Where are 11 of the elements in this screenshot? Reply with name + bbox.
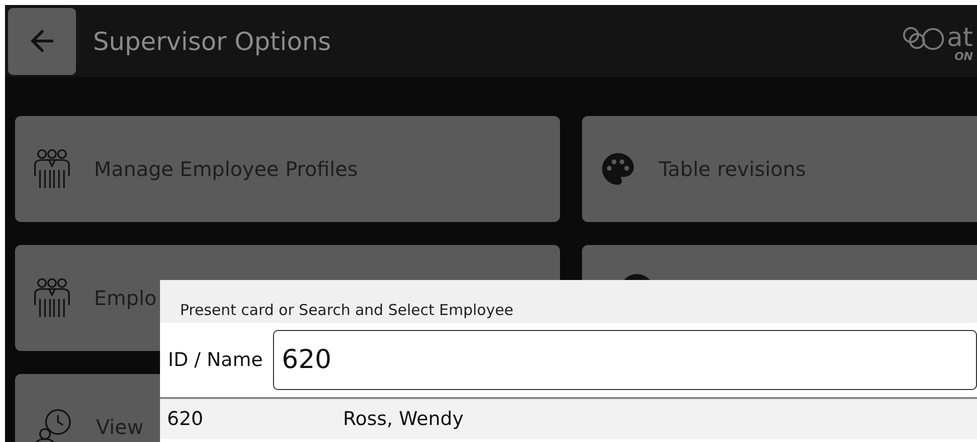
- logo-subtext: ON: [954, 51, 973, 62]
- field-label: ID / Name: [168, 349, 263, 371]
- card-label: Manage Employee Profiles: [94, 157, 358, 181]
- logo-text: at: [946, 25, 973, 51]
- card-label: Emplo: [94, 286, 157, 310]
- card-label: View: [96, 415, 144, 439]
- card-label: Table revisions: [659, 157, 806, 181]
- page-title: Supervisor Options: [93, 26, 332, 56]
- employee-name: Ross, Wendy: [343, 408, 464, 430]
- employee-id: 620: [167, 408, 204, 430]
- dialog-title: Present card or Search and Select Employee: [160, 280, 977, 323]
